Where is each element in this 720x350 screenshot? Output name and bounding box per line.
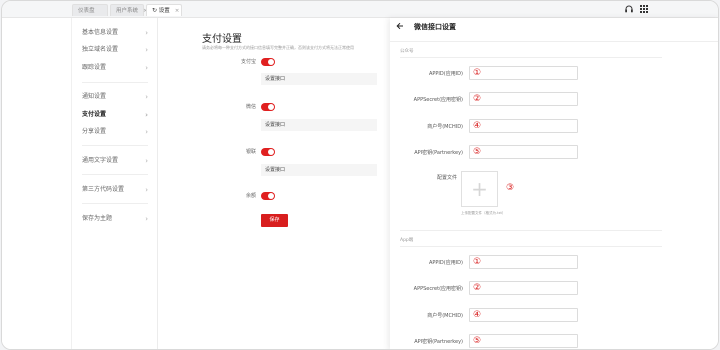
settings-menu: 基本信息设置 › 独立域名设置 › 跟踪设置 › 通知设置 › 支付设置 › 分享设置 › … bbox=[72, 18, 158, 349]
upload-config-file[interactable]: + bbox=[461, 171, 498, 207]
menu-item-label: 独立域名设置 bbox=[82, 46, 119, 53]
wechat-config-drawer: 微信接口设置 公众号 APPID(应用ID) ① APPSecret(应用密钥)… bbox=[390, 18, 718, 349]
menu-item-third-party[interactable]: 第三方代码设置 › bbox=[72, 182, 158, 198]
menu-divider bbox=[82, 145, 148, 146]
app-window: 仪表盘 用户系统× ↻ 设置 × 基本信息设置 › 独立域名设置 › bbox=[1, 0, 719, 350]
app-partnerkey-label: API密钥(Partnerkey) bbox=[414, 339, 463, 345]
chevron-right-icon: › bbox=[145, 215, 148, 223]
tab-label: 用户系统 bbox=[116, 8, 139, 14]
menu-item-label: 基本信息设置 bbox=[82, 29, 119, 36]
menu-item-label: 通用文字设置 bbox=[82, 157, 119, 164]
unionpay-label: 银联 bbox=[245, 149, 256, 155]
tab-dashboard[interactable]: 仪表盘 bbox=[72, 4, 108, 16]
menu-item-share[interactable]: 分享设置 › bbox=[72, 124, 158, 140]
app-partnerkey-input[interactable]: ⑤ bbox=[469, 334, 578, 348]
menu-item-notification[interactable]: 通知设置 › bbox=[72, 89, 158, 105]
appsecret-label: APPSecret(应用密钥) bbox=[413, 97, 463, 103]
divider bbox=[390, 41, 718, 42]
wechat-label: 微信 bbox=[245, 104, 256, 110]
menu-item-label: 保存为主题 bbox=[82, 215, 113, 222]
menu-item-payment[interactable]: 支付设置 › bbox=[72, 107, 158, 123]
chevron-right-icon: › bbox=[145, 93, 148, 101]
arrow-left-icon[interactable] bbox=[396, 22, 404, 30]
upload-hint: 上传配置文件（格式为.txt） bbox=[461, 211, 506, 215]
app-mchid-input[interactable]: ④ bbox=[469, 308, 578, 322]
save-button[interactable]: 保存 bbox=[261, 214, 288, 227]
menu-item-label: 跟踪设置 bbox=[82, 64, 107, 71]
menu-item-save-theme[interactable]: 保存为主题 › bbox=[72, 211, 158, 227]
app-appid-label: APPID(应用ID) bbox=[428, 260, 463, 266]
balance-toggle[interactable] bbox=[261, 192, 275, 200]
menu-divider bbox=[82, 203, 148, 204]
left-gutter bbox=[2, 18, 72, 349]
marker-badge: ① bbox=[473, 68, 482, 78]
menu-divider bbox=[82, 174, 148, 175]
marker-badge: ③ bbox=[506, 183, 515, 193]
tab-label: 仪表盘 bbox=[78, 8, 95, 14]
menu-item-text[interactable]: 通用文字设置 › bbox=[72, 153, 158, 169]
chevron-right-icon: › bbox=[145, 46, 148, 54]
app-mchid-label: 商户号(MCHID) bbox=[427, 313, 463, 319]
app-appsecret-label: APPSecret(应用密钥) bbox=[413, 286, 463, 292]
tab-user-system[interactable]: 用户系统× bbox=[110, 4, 148, 16]
divider bbox=[400, 246, 662, 247]
drawer-title: 微信接口设置 bbox=[414, 23, 456, 31]
mchid-input[interactable]: ④ bbox=[469, 119, 578, 133]
refresh-icon[interactable]: ↻ bbox=[152, 7, 157, 14]
chevron-right-icon: › bbox=[145, 64, 148, 72]
mchid-label: 商户号(MCHID) bbox=[427, 124, 463, 130]
marker-badge: ⑤ bbox=[473, 147, 482, 157]
chevron-right-icon: › bbox=[145, 157, 148, 165]
menu-item-basic-info[interactable]: 基本信息设置 › bbox=[72, 25, 158, 41]
grid-icon[interactable] bbox=[640, 5, 648, 13]
partnerkey-input[interactable]: ⑤ bbox=[469, 145, 578, 159]
divider bbox=[400, 230, 662, 231]
app-appsecret-input[interactable]: ② bbox=[469, 281, 578, 295]
wechat-config-button[interactable]: 设置接口 bbox=[261, 119, 377, 131]
marker-badge: ⑤ bbox=[473, 336, 482, 346]
marker-badge: ② bbox=[473, 94, 482, 104]
alipay-label: 支付宝 bbox=[240, 59, 256, 65]
headset-icon[interactable] bbox=[624, 4, 634, 14]
appid-label: APPID(应用ID) bbox=[428, 71, 463, 77]
section-title-app: App端 bbox=[400, 238, 414, 243]
tab-label: 设置 bbox=[158, 8, 170, 14]
balance-label: 余额 bbox=[245, 193, 256, 199]
menu-item-tracking[interactable]: 跟踪设置 › bbox=[72, 60, 158, 76]
plus-icon: + bbox=[471, 177, 488, 201]
appsecret-input[interactable]: ② bbox=[469, 92, 578, 106]
payment-settings-panel: 支付设置 请务必将每一种支付方式的接口信息填写完整并正确，否则该支付方式将无法正… bbox=[158, 18, 390, 349]
page-title: 支付设置 bbox=[202, 34, 242, 45]
menu-item-label: 分享设置 bbox=[82, 128, 107, 135]
tab-bar: 仪表盘 用户系统× ↻ 设置 × bbox=[2, 1, 718, 18]
page-description: 请务必将每一种支付方式的接口信息填写完整并正确，否则该支付方式将无法正常使用 bbox=[202, 45, 354, 50]
chevron-right-icon: › bbox=[145, 186, 148, 194]
unionpay-toggle[interactable] bbox=[261, 148, 275, 156]
appid-input[interactable]: ① bbox=[469, 66, 578, 80]
marker-badge: ② bbox=[473, 283, 482, 293]
wechat-toggle[interactable] bbox=[261, 103, 275, 111]
marker-badge: ④ bbox=[473, 121, 482, 131]
menu-item-domain[interactable]: 独立域名设置 › bbox=[72, 42, 158, 58]
menu-divider bbox=[82, 82, 148, 83]
menu-item-label: 第三方代码设置 bbox=[82, 186, 125, 193]
menu-item-label: 通知设置 bbox=[82, 93, 107, 100]
close-icon[interactable]: × bbox=[175, 8, 180, 14]
divider bbox=[400, 57, 662, 58]
tab-settings[interactable]: ↻ 设置 × bbox=[146, 4, 182, 16]
menu-item-label: 支付设置 bbox=[82, 111, 107, 118]
chevron-right-icon: › bbox=[145, 29, 148, 37]
section-title-official-account: 公众号 bbox=[400, 49, 414, 54]
partnerkey-label: API密钥(Partnerkey) bbox=[414, 150, 463, 156]
chevron-right-icon: › bbox=[145, 111, 148, 119]
marker-badge: ④ bbox=[473, 310, 482, 320]
chevron-right-icon: › bbox=[145, 128, 148, 136]
app-appid-input[interactable]: ① bbox=[469, 255, 578, 269]
alipay-toggle[interactable] bbox=[261, 58, 275, 66]
marker-badge: ① bbox=[473, 257, 482, 267]
unionpay-config-button[interactable]: 设置接口 bbox=[261, 164, 377, 176]
alipay-config-button[interactable]: 设置接口 bbox=[261, 73, 377, 85]
config-file-label: 配置文件 bbox=[436, 175, 457, 181]
